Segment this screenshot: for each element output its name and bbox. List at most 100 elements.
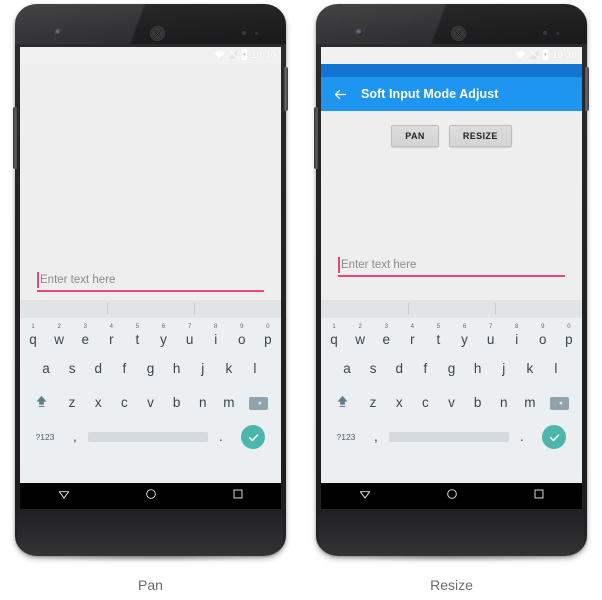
key-h[interactable]: h [164, 362, 190, 376]
key-label: d [395, 361, 404, 377]
app-bar-title: Soft Input Mode Adjust [361, 87, 499, 101]
comma-key[interactable]: , [363, 430, 389, 444]
key-s[interactable]: s [59, 362, 85, 376]
back-arrow-icon[interactable] [331, 85, 349, 103]
volume-rocker[interactable] [314, 107, 318, 169]
space-key[interactable] [87, 432, 208, 442]
key-num: 7 [187, 324, 192, 331]
suggestion-strip[interactable] [321, 300, 582, 318]
key-y[interactable]: 6y [451, 324, 477, 347]
enter-key[interactable] [535, 425, 574, 449]
volume-rocker[interactable] [13, 107, 17, 169]
key-w[interactable]: 2w [46, 324, 72, 347]
key-label: p [264, 332, 272, 348]
key-d[interactable]: d [85, 362, 111, 376]
check-icon [542, 425, 567, 449]
key-y[interactable]: 6y [150, 324, 176, 348]
key-m[interactable]: m [517, 396, 543, 410]
soft-keyboard-resize[interactable]: 1q 2w 3e 4r 5t 6y 7u 8i 9o 0p a s d f g … [321, 300, 582, 483]
shift-key[interactable] [25, 394, 59, 412]
shift-key[interactable] [326, 394, 360, 412]
key-r[interactable]: 4r [399, 324, 425, 347]
key-l[interactable]: l [242, 362, 268, 376]
key-p[interactable]: 0p [255, 324, 281, 348]
key-b[interactable]: b [164, 396, 190, 410]
device-screen-pan: 10:30 Enter text here 1q 2w 3 e 4 r 5 t … [20, 47, 281, 509]
key-k[interactable]: k [216, 362, 242, 376]
proximity-sensor-icon [242, 31, 246, 35]
symbols-key[interactable]: ?123 [28, 433, 62, 442]
soft-keyboard-pan[interactable]: 1q 2w 3e 4r 5t 6y 7u 8i 9o 0p a s d f g … [20, 300, 281, 483]
key-t[interactable]: 5t [425, 324, 451, 347]
key-p[interactable]: 0p [556, 324, 582, 347]
key-o[interactable]: 9o [229, 324, 255, 347]
power-button[interactable] [585, 67, 589, 111]
suggestion-strip[interactable] [20, 300, 281, 318]
delete-key[interactable] [543, 396, 577, 410]
key-g[interactable]: g [137, 362, 163, 376]
status-bar-resize: 10:30 [321, 47, 582, 64]
key-x[interactable]: x [386, 396, 412, 410]
key-b[interactable]: b [465, 396, 491, 410]
key-a[interactable]: a [33, 362, 59, 376]
delete-key[interactable] [242, 396, 276, 410]
period-key[interactable]: . [509, 430, 535, 444]
key-label: z [68, 395, 76, 411]
key-q[interactable]: 1q [321, 324, 347, 347]
key-u[interactable]: 7u [177, 324, 203, 347]
key-r[interactable]: 4r [98, 324, 124, 347]
key-i[interactable]: 8i [203, 324, 229, 347]
period-key[interactable]: . [208, 430, 234, 444]
key-k[interactable]: k [517, 362, 543, 376]
key-label: y [160, 332, 167, 348]
key-h[interactable]: h [465, 362, 491, 376]
key-label: g [146, 361, 155, 377]
resize-button[interactable]: RESIZE [448, 125, 512, 147]
nav-recents-square-icon[interactable] [532, 487, 546, 506]
key-num: 3 [384, 324, 388, 331]
symbols-key[interactable]: ?123 [329, 433, 363, 442]
key-v[interactable]: v [137, 396, 163, 410]
key-t[interactable]: 5t [124, 324, 150, 347]
key-c[interactable]: c [111, 396, 137, 410]
key-o[interactable]: 9o [530, 324, 556, 347]
system-nav-bar-pan[interactable] [20, 483, 281, 509]
system-nav-bar-resize[interactable] [321, 483, 582, 509]
nav-back-triangle-icon[interactable] [57, 487, 71, 506]
key-e[interactable]: 3e [373, 324, 399, 347]
key-z[interactable]: z [360, 396, 386, 410]
nav-home-circle-icon[interactable] [445, 487, 459, 506]
space-key[interactable] [388, 432, 509, 442]
key-j[interactable]: j [190, 362, 216, 376]
key-m[interactable]: m [216, 396, 242, 410]
power-button[interactable] [284, 67, 288, 111]
key-x[interactable]: x [85, 396, 111, 410]
key-f[interactable]: f [412, 362, 438, 376]
key-d[interactable]: d [386, 362, 412, 376]
key-label: k [526, 361, 534, 377]
key-n[interactable]: n [190, 396, 216, 410]
key-v[interactable]: v [438, 396, 464, 410]
key-e[interactable]: 3e [72, 324, 98, 347]
key-f[interactable]: f [111, 362, 137, 376]
key-u[interactable]: 7u [478, 324, 504, 347]
keyboard-row-4: ?123 , . [321, 420, 582, 454]
enter-key[interactable] [234, 425, 273, 449]
key-j[interactable]: j [491, 362, 517, 376]
key-n[interactable]: n [491, 396, 517, 410]
pan-button[interactable]: PAN [391, 125, 439, 147]
key-z[interactable]: z [59, 396, 85, 410]
key-c[interactable]: c [412, 396, 438, 410]
key-g[interactable]: g [438, 362, 464, 376]
key-a[interactable]: a [334, 362, 360, 376]
text-input-underline [338, 275, 565, 277]
key-l[interactable]: l [543, 362, 569, 376]
key-i[interactable]: 8i [504, 324, 530, 347]
key-w[interactable]: 2w [347, 324, 373, 347]
comma-key[interactable]: , [62, 430, 88, 444]
nav-home-circle-icon[interactable] [144, 487, 158, 506]
key-q[interactable]: 1q [20, 324, 46, 347]
key-s[interactable]: s [360, 362, 386, 376]
nav-recents-square-icon[interactable] [231, 487, 245, 506]
nav-back-triangle-icon[interactable] [358, 487, 372, 506]
